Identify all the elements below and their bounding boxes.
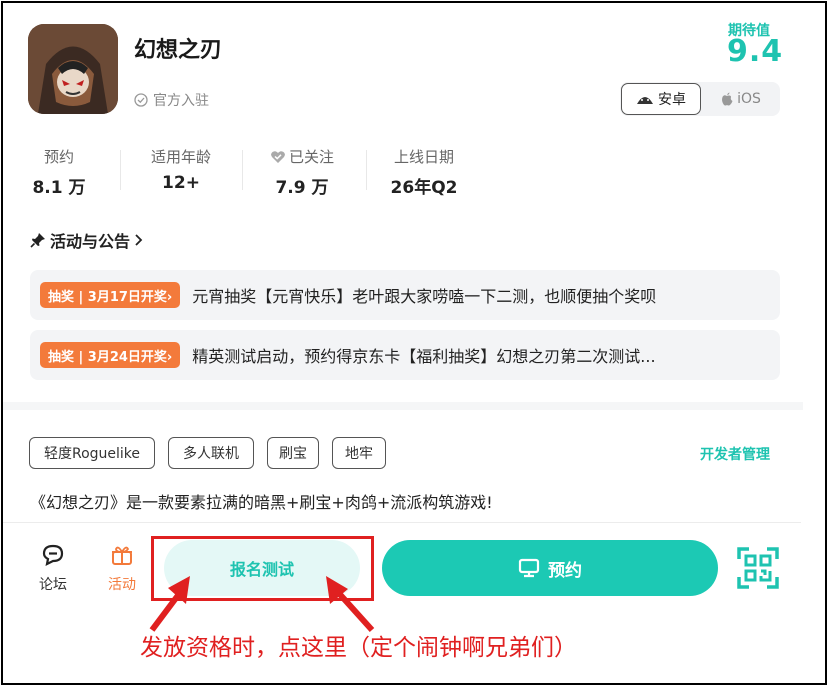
apple-icon (722, 92, 733, 106)
monitor-icon (518, 558, 540, 578)
stat-label: 上线日期 (393, 148, 454, 166)
highlight-box (151, 536, 374, 601)
stat-value: 26年Q2 (390, 178, 458, 198)
platform-android-button[interactable]: 安卓 (621, 83, 701, 115)
chevron-right-icon (135, 234, 143, 246)
announcement-item[interactable]: 抽奖 | 3月17日开奖› 元宵抽奖【元宵快乐】老叶跟大家唠嗑一下二测，也顺便抽… (30, 270, 780, 320)
forum-label: 论坛 (39, 577, 67, 593)
stat-value: 12+ (162, 173, 200, 193)
official-label: 官方入驻 (153, 93, 209, 109)
stat-reservations: 预约 8.1 万 (28, 146, 90, 198)
stat-divider (242, 150, 243, 190)
stat-age-rating: 适用年龄 12+ (140, 146, 222, 193)
stat-label: 预约 (43, 148, 74, 166)
activity-button[interactable]: 活动 (97, 544, 147, 594)
activities-header[interactable]: 活动与公告 (30, 228, 144, 252)
app-title: 幻想之刃 (134, 38, 223, 63)
platform-ios-label: iOS (737, 91, 761, 107)
platform-switch: 安卓 iOS (620, 82, 780, 116)
game-description: 《幻想之刃》是一款要素拉满的暗黑+刷宝+肉鸽+流派构筑游戏! (30, 493, 493, 512)
stat-divider (366, 150, 367, 190)
app-icon (28, 24, 118, 114)
genre-tag[interactable]: 刷宝 (267, 437, 319, 469)
stat-value: 8.1 万 (32, 178, 86, 198)
pin-icon (30, 233, 45, 248)
lottery-tag: 抽奖 | 3月17日开奖› (40, 282, 181, 308)
android-icon (637, 97, 653, 104)
platform-android-label: 安卓 (658, 92, 686, 108)
activities-title: 活动与公告 (50, 232, 131, 251)
stat-release-date: 上线日期 26年Q2 (386, 146, 462, 198)
stat-label: 适用年龄 (150, 148, 211, 166)
forum-icon (42, 544, 64, 566)
gift-icon (112, 546, 132, 565)
lottery-tag: 抽奖 | 3月24日开奖› (40, 342, 181, 368)
announcement-text: 精英测试启动，预约得京东卡【福利抽奖】幻想之刃第二次测试... (192, 347, 656, 366)
expectation-score: 9.4 (727, 34, 784, 69)
stat-followers[interactable]: 已关注 7.9 万 (262, 146, 342, 198)
genre-tag[interactable]: 轻度Roguelike (29, 437, 155, 469)
official-badge: 官方入驻 (134, 90, 209, 110)
genre-tag[interactable]: 多人联机 (168, 437, 254, 469)
forum-button[interactable]: 论坛 (28, 544, 78, 594)
genre-tag[interactable]: 地牢 (332, 437, 386, 469)
activity-label: 活动 (108, 577, 136, 593)
section-divider (3, 402, 803, 410)
announcement-item[interactable]: 抽奖 | 3月24日开奖› 精英测试启动，预约得京东卡【福利抽奖】幻想之刃第二次… (30, 330, 780, 380)
annotation-caption: 发放资格时，点这里（定个闹钟啊兄弟们） (140, 635, 577, 661)
check-circle-icon (134, 93, 148, 107)
bottom-bar-divider (3, 522, 801, 523)
reserve-label: 预约 (548, 560, 582, 581)
reserve-button[interactable]: 预约 (382, 540, 718, 596)
qr-scan-icon[interactable] (736, 546, 780, 590)
stat-divider (120, 150, 121, 190)
heart-check-icon (271, 150, 285, 163)
stat-label: 已关注 (288, 148, 334, 166)
stat-value: 7.9 万 (275, 178, 329, 198)
announcement-text: 元宵抽奖【元宵快乐】老叶跟大家唠嗑一下二测，也顺便抽个奖呗 (192, 287, 657, 306)
platform-ios-button[interactable]: iOS (702, 82, 780, 116)
developer-management-link[interactable]: 开发者管理 (700, 444, 770, 464)
stat-label-row: 已关注 (262, 146, 342, 167)
